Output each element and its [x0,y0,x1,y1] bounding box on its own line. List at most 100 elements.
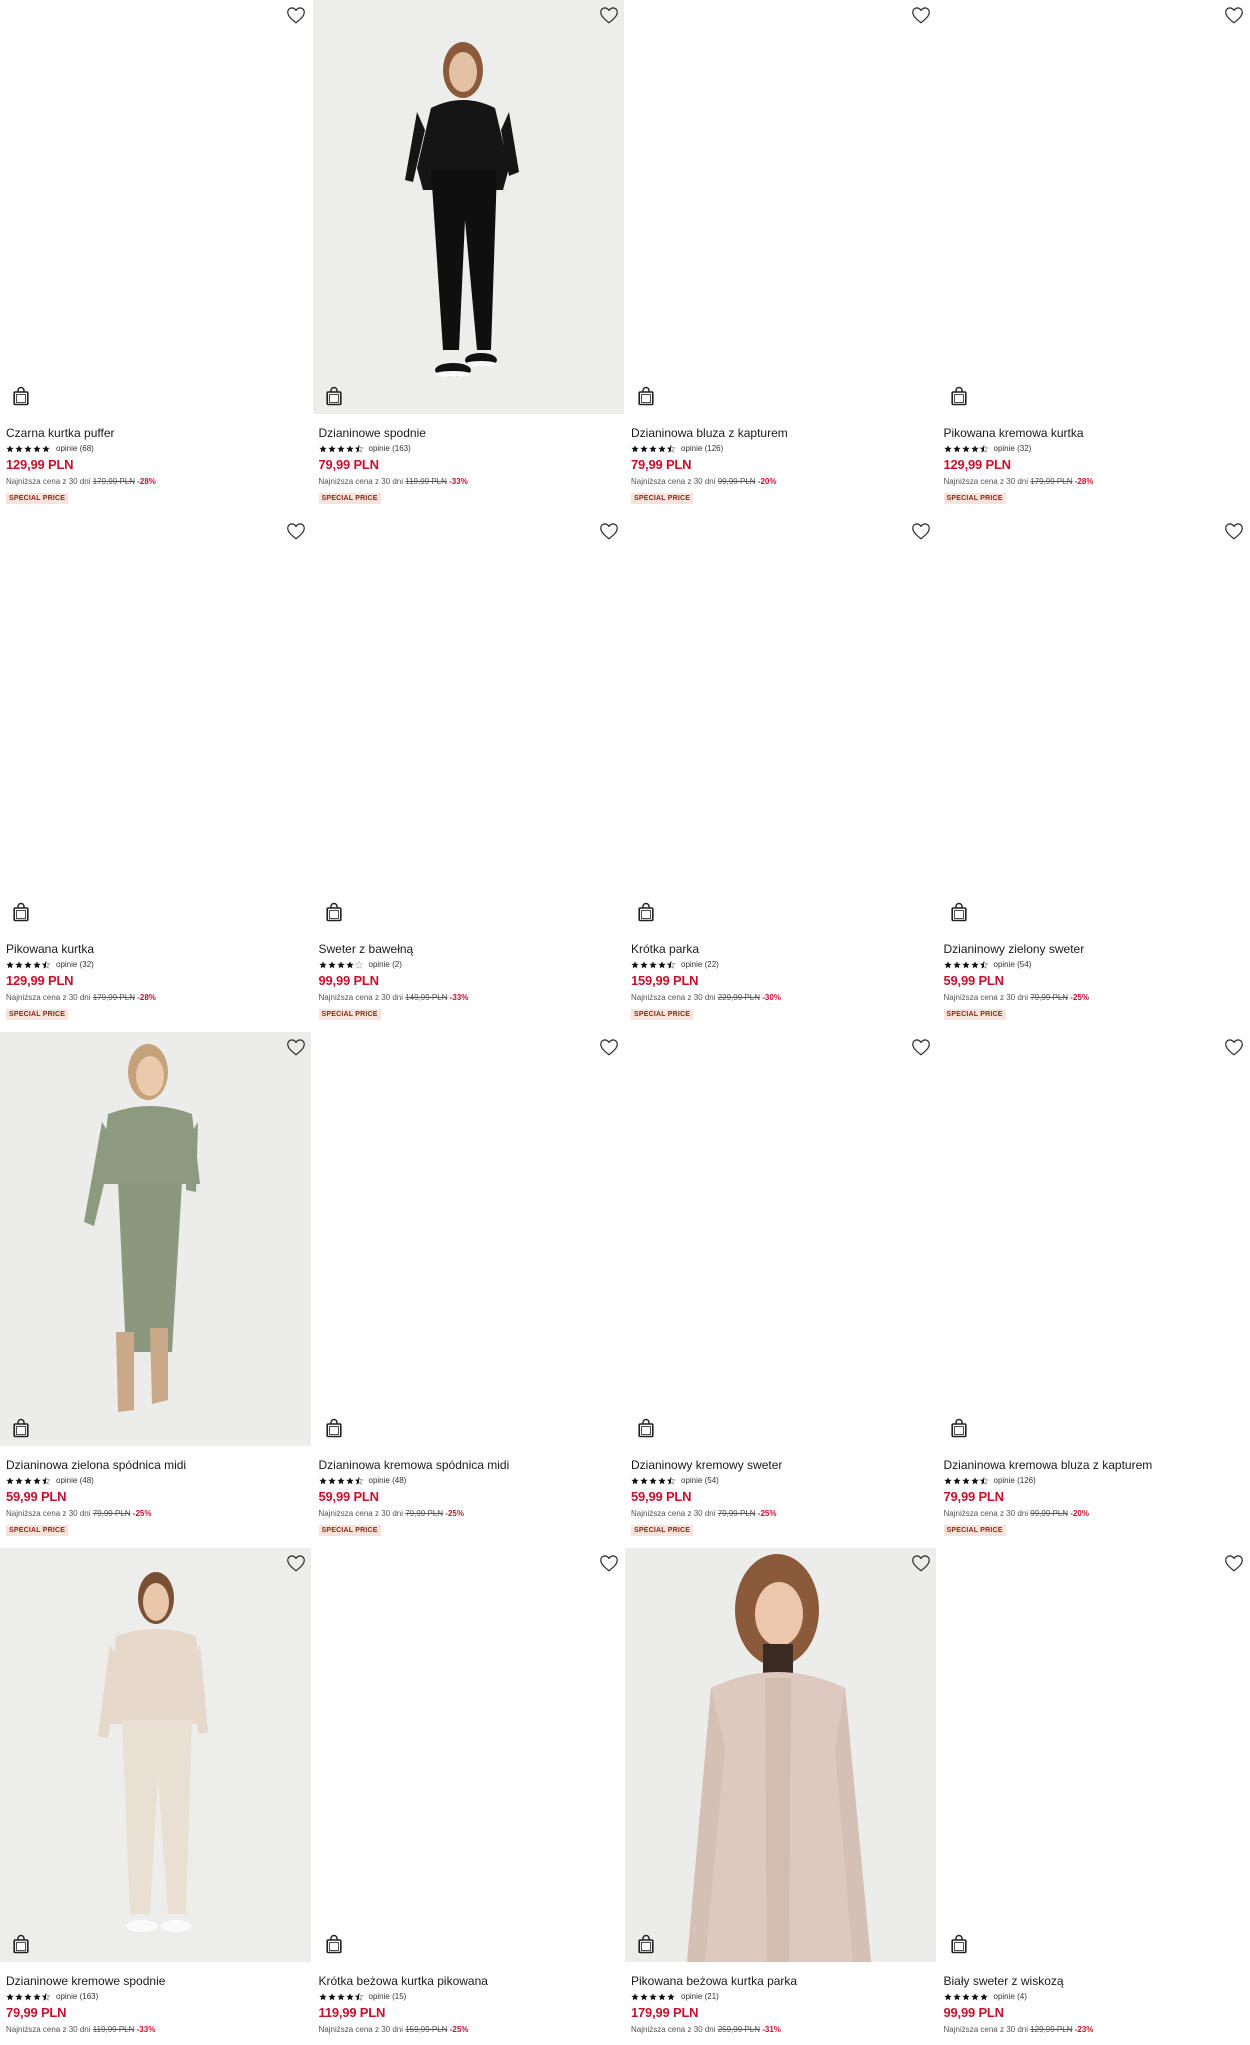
product-card[interactable]: Dzianinowy zielony sweter opinie (54) 59… [937,516,1250,1032]
product-image[interactable] [0,1032,311,1446]
product-image[interactable] [0,516,311,930]
shopping-bag-icon[interactable] [12,1934,30,1954]
product-name[interactable]: Dzianinowy zielony sweter [944,942,1245,957]
product-card[interactable]: Dzianinowa bluza z kapturem opinie (126)… [625,0,938,516]
product-name[interactable]: Krótka beżowa kurtka pikowana [319,1974,620,1989]
heart-icon[interactable] [285,4,307,26]
product-card[interactable]: Pikowana beżowa kurtka parka opinie (21)… [625,1548,938,2045]
star-icon [354,1988,363,2006]
shopping-bag-icon[interactable] [12,386,30,406]
product-image[interactable] [312,1548,624,1962]
shopping-bag-icon[interactable] [950,902,968,922]
review-count[interactable]: opinie (163) [369,444,411,453]
heart-icon[interactable] [598,4,620,26]
product-name[interactable]: Krótka parka [631,942,932,957]
shopping-bag-icon[interactable] [950,1934,968,1954]
heart-icon[interactable] [285,1036,307,1058]
review-count[interactable]: opinie (126) [681,444,723,453]
product-card[interactable]: Dzianinowe kremowe spodnie opinie (163) … [0,1548,313,2045]
product-card[interactable]: Krótka parka opinie (22) 159,99 PLN Najn… [625,516,938,1032]
shopping-bag-icon[interactable] [637,1934,655,1954]
product-name[interactable]: Dzianinowa zielona spódnica midi [6,1458,307,1473]
product-name[interactable]: Dzianinowe kremowe spodnie [6,1974,307,1989]
product-image[interactable] [937,0,1249,414]
review-count[interactable]: opinie (48) [369,1476,407,1485]
product-image[interactable] [937,516,1249,930]
star-icon [631,956,639,974]
product-image[interactable] [625,1548,936,1962]
product-name[interactable]: Pikowana beżowa kurtka parka [631,1974,932,1989]
product-name[interactable]: Dzianinowa bluza z kapturem [631,426,932,441]
product-image[interactable] [312,0,624,414]
shopping-bag-icon[interactable] [325,902,343,922]
product-name[interactable]: Dzianinowa kremowa bluza z kapturem [944,1458,1245,1473]
shopping-bag-icon[interactable] [637,1418,655,1438]
review-count[interactable]: opinie (163) [56,1992,98,2001]
product-card[interactable]: Krótka beżowa kurtka pikowana opinie (15… [312,1548,626,2045]
shopping-bag-icon[interactable] [325,386,343,406]
shopping-bag-icon[interactable] [950,386,968,406]
heart-icon[interactable] [285,1552,307,1574]
shopping-bag-icon[interactable] [12,902,30,922]
product-name[interactable]: Biały sweter z wiskozą [944,1974,1245,1989]
heart-icon[interactable] [1223,520,1245,542]
shopping-bag-icon[interactable] [325,1418,343,1438]
heart-icon[interactable] [1223,1036,1245,1058]
shopping-bag-icon[interactable] [12,1418,30,1438]
product-image[interactable] [0,1548,311,1962]
product-image[interactable] [312,1032,624,1446]
product-image[interactable] [625,1032,936,1446]
product-card[interactable]: Pikowana kurtka opinie (32) 129,99 PLN N… [0,516,313,1032]
product-image[interactable] [937,1548,1249,1962]
shopping-bag-icon[interactable] [637,902,655,922]
product-card[interactable]: Dzianinowa kremowa bluza z kapturem opin… [937,1032,1250,1548]
product-image[interactable] [625,0,936,414]
heart-icon[interactable] [598,520,620,542]
heart-icon[interactable] [1223,4,1245,26]
product-image[interactable] [312,516,624,930]
shopping-bag-icon[interactable] [950,1418,968,1438]
product-card[interactable]: Dzianinowe spodnie opinie (163) 79,99 PL… [312,0,626,516]
product-card[interactable]: Sweter z bawełną opinie (2) 99,99 PLN Na… [312,516,626,1032]
review-count[interactable]: opinie (4) [994,1992,1027,2001]
review-count[interactable]: opinie (68) [56,444,94,453]
review-count[interactable]: opinie (15) [369,1992,407,2001]
review-count[interactable]: opinie (48) [56,1476,94,1485]
product-name[interactable]: Dzianinowy kremowy sweter [631,1458,932,1473]
heart-icon[interactable] [598,1036,620,1058]
product-name[interactable]: Pikowana kremowa kurtka [944,426,1245,441]
review-count[interactable]: opinie (2) [369,960,402,969]
product-image[interactable] [937,1032,1249,1446]
review-count[interactable]: opinie (32) [994,444,1032,453]
shopping-bag-icon[interactable] [637,386,655,406]
product-card[interactable]: Biały sweter z wiskozą opinie (4) 99,99 … [937,1548,1250,2045]
review-count[interactable]: opinie (54) [681,1476,719,1485]
review-count[interactable]: opinie (22) [681,960,719,969]
review-count[interactable]: opinie (21) [681,1992,719,2001]
heart-icon[interactable] [910,1552,932,1574]
product-name[interactable]: Czarna kurtka puffer [6,426,307,441]
heart-icon[interactable] [285,520,307,542]
shopping-bag-icon[interactable] [325,1934,343,1954]
heart-icon[interactable] [910,1036,932,1058]
product-name[interactable]: Pikowana kurtka [6,942,307,957]
heart-icon[interactable] [598,1552,620,1574]
product-card[interactable]: Dzianinowa zielona spódnica midi opinie … [0,1032,313,1548]
heart-icon[interactable] [910,520,932,542]
product-card[interactable]: Dzianinowa kremowa spódnica midi opinie … [312,1032,626,1548]
discount-percent: -33% [449,477,468,486]
rating-stars [631,1472,676,1490]
product-name[interactable]: Dzianinowa kremowa spódnica midi [319,1458,620,1473]
review-count[interactable]: opinie (54) [994,960,1032,969]
review-count[interactable]: opinie (32) [56,960,94,969]
product-name[interactable]: Sweter z bawełną [319,942,620,957]
product-card[interactable]: Dzianinowy kremowy sweter opinie (54) 59… [625,1032,938,1548]
product-image[interactable] [0,0,311,414]
product-image[interactable] [625,516,936,930]
review-count[interactable]: opinie (126) [994,1476,1036,1485]
product-name[interactable]: Dzianinowe spodnie [319,426,620,441]
heart-icon[interactable] [910,4,932,26]
product-card[interactable]: Czarna kurtka puffer opinie (68) 129,99 … [0,0,313,516]
product-card[interactable]: Pikowana kremowa kurtka opinie (32) 129,… [937,0,1250,516]
heart-icon[interactable] [1223,1552,1245,1574]
